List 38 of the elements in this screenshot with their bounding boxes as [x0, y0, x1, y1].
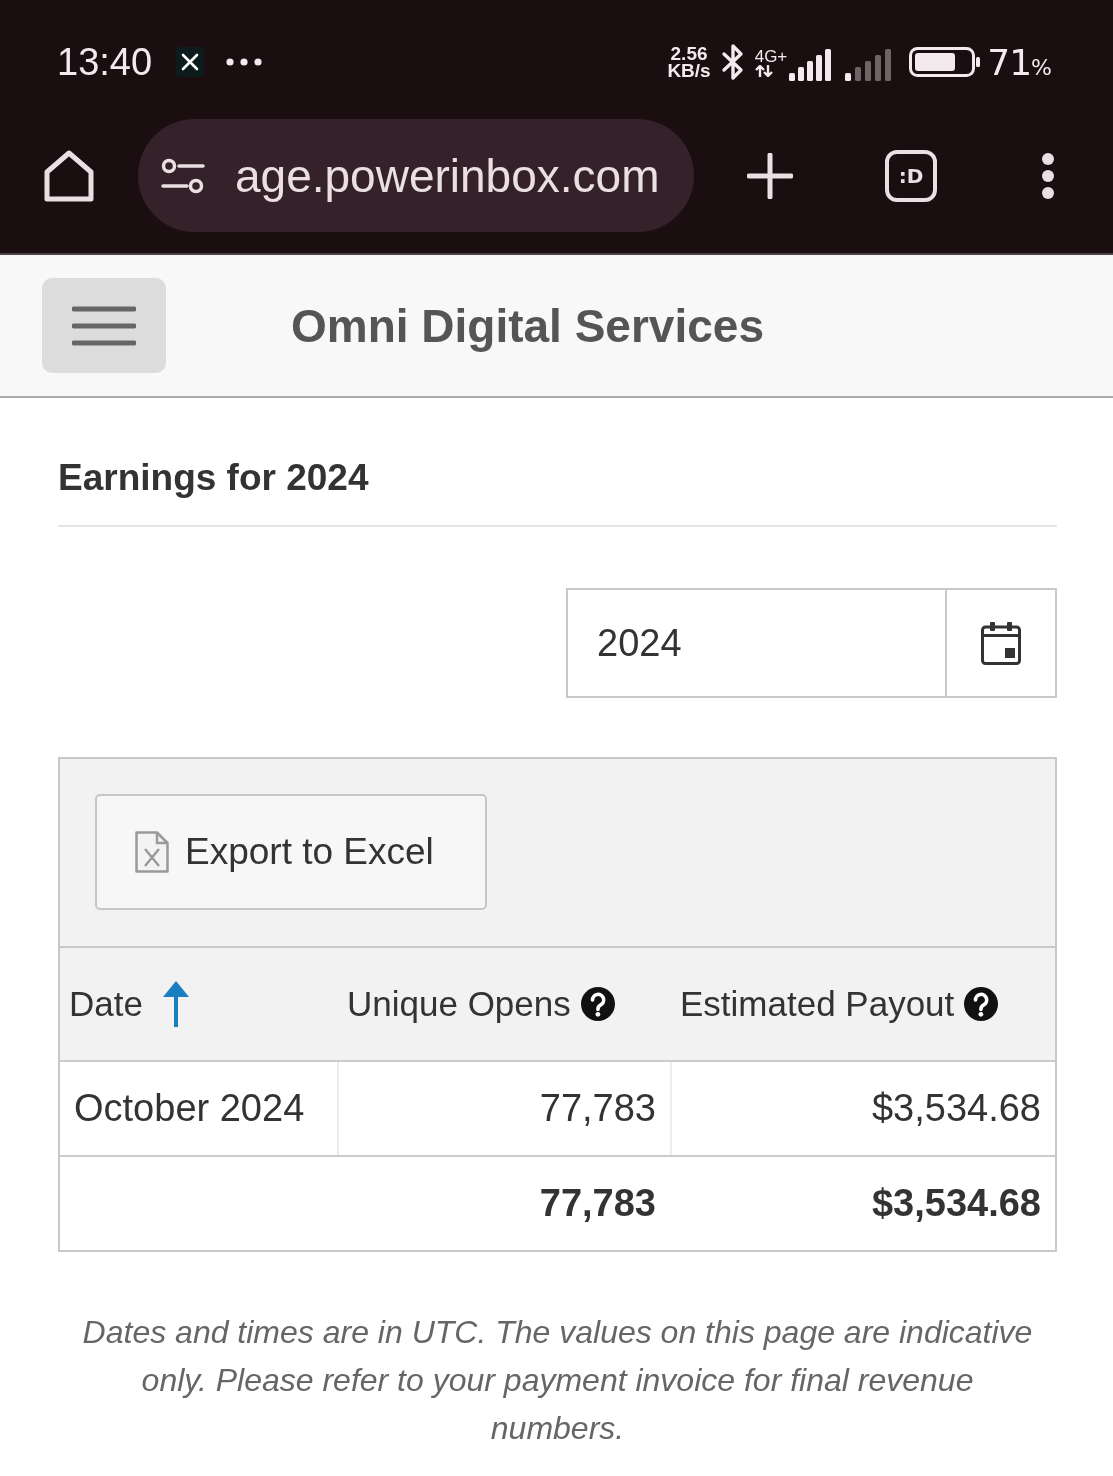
footnote-text: Dates and times are in UTC. The values on this page are indicative only. Please refer to your payment invoice for final revenue numbers.	[81, 1313, 1034, 1448]
calendar-icon	[981, 621, 1021, 665]
url-text: age.powerinbox.com	[235, 148, 660, 203]
address-bar[interactable]: age.powerinbox.com	[138, 119, 694, 232]
column-header[interactable]: Estimated Payout	[680, 984, 955, 1024]
help-icon[interactable]	[964, 987, 999, 1021]
x-letter-icon	[176, 47, 205, 77]
export-button[interactable]: Export to Excel	[95, 794, 487, 910]
sort-arrow-icon[interactable]	[160, 980, 191, 1028]
clock-time: 13:40	[57, 40, 153, 84]
calendar-button[interactable]	[947, 588, 1057, 698]
more-dots-icon	[226, 58, 263, 66]
plus-icon[interactable]	[747, 152, 793, 199]
menu-button[interactable]	[42, 278, 166, 373]
page-heading: Earnings for 2024	[58, 456, 370, 500]
battery-icon	[909, 47, 982, 77]
net-speed-value: 2.56	[670, 45, 708, 62]
site-title: Omni Digital Services	[291, 298, 764, 353]
signal-bars-icon	[789, 49, 834, 81]
bluetooth-icon	[720, 43, 745, 81]
total-cell-text: $3,534.68	[870, 1181, 1042, 1226]
network-type-label: 4G+	[754, 47, 788, 65]
signal-bars-icon	[845, 49, 894, 81]
hamburger-icon	[72, 305, 136, 346]
tab-switcher-button[interactable]: :D	[885, 149, 937, 202]
year-input[interactable]: 2024	[566, 588, 947, 698]
column-header[interactable]: Unique Opens	[347, 984, 571, 1024]
table-cell-text: October 2024	[73, 1086, 306, 1131]
total-cell-text: 77,783	[538, 1181, 657, 1226]
more-icon[interactable]	[1041, 151, 1055, 200]
data-arrows-icon	[754, 64, 773, 77]
sliders-icon[interactable]	[161, 157, 205, 194]
home-icon[interactable]	[42, 149, 96, 202]
spreadsheet-file-icon	[135, 831, 169, 873]
help-icon[interactable]	[580, 987, 615, 1021]
column-header[interactable]: Date	[69, 984, 143, 1024]
net-speed-unit: KB/s	[667, 62, 711, 79]
battery-percent: 71%	[987, 41, 1051, 83]
